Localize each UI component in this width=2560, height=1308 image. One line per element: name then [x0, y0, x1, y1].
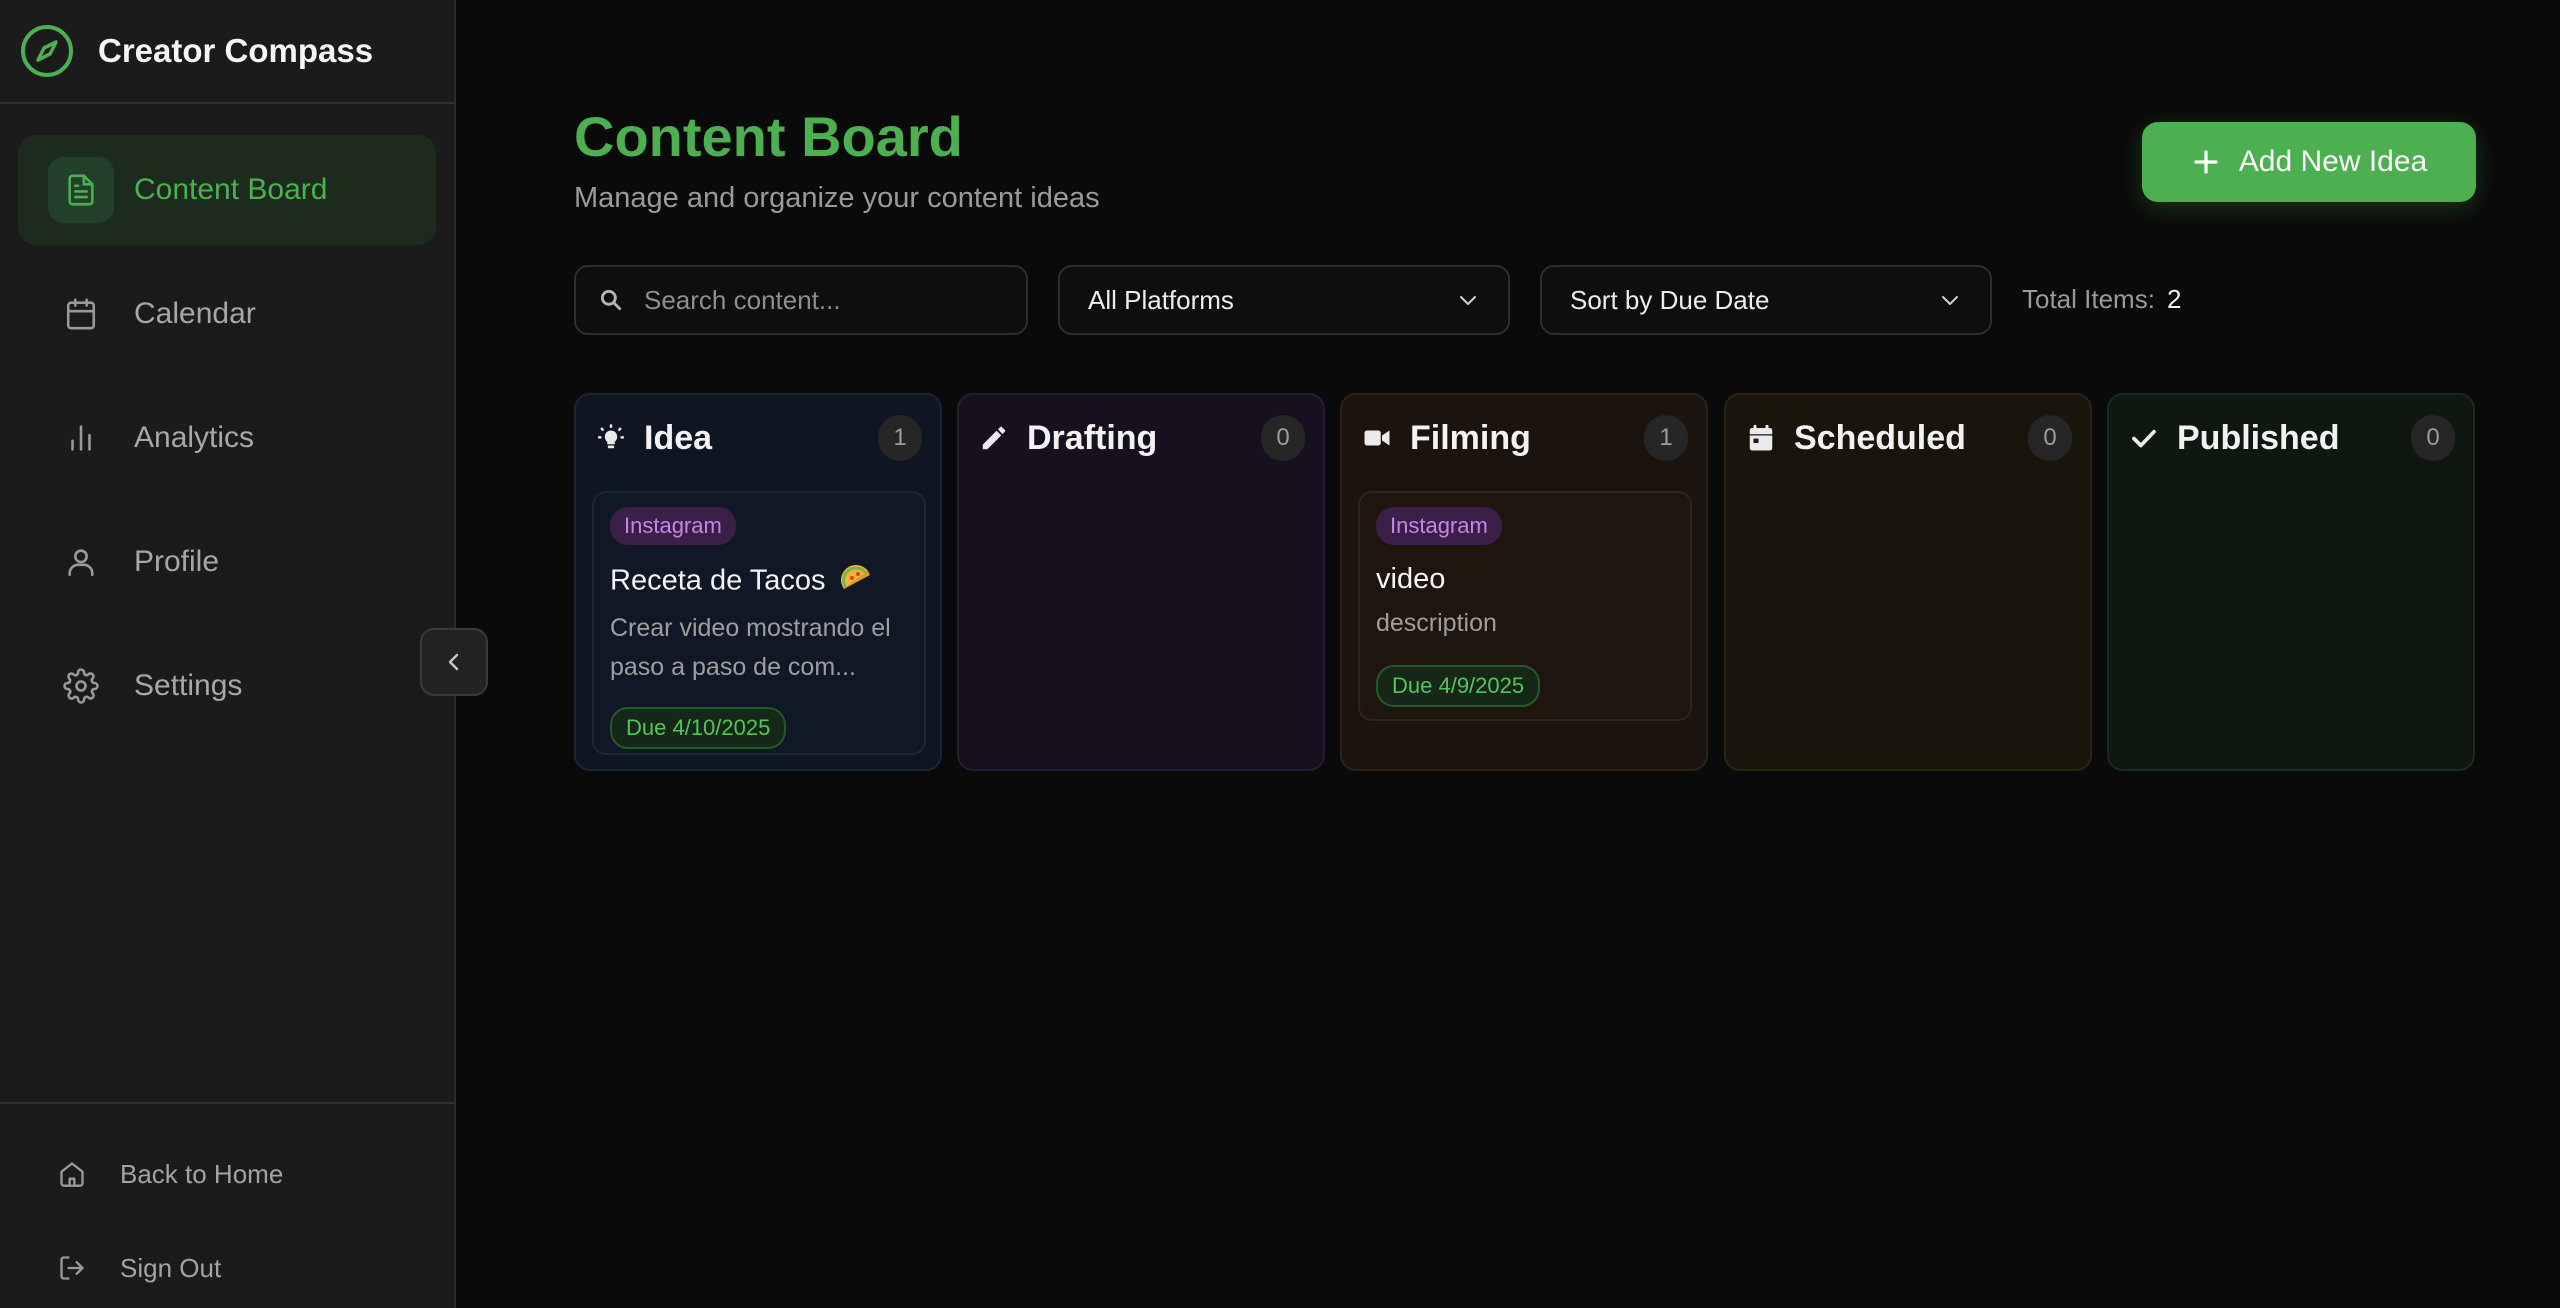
- video-camera-icon: [1360, 421, 1394, 455]
- due-date-tag: Due 4/9/2025: [1376, 665, 1541, 707]
- card-title-row: Receta de Tacos: [610, 563, 908, 601]
- taco-icon: [840, 563, 872, 601]
- chevron-left-icon: [442, 650, 466, 674]
- chevron-down-icon: [1938, 288, 1962, 312]
- sidebar-item-label: Analytics: [134, 421, 255, 454]
- column-header: Scheduled 0: [1744, 413, 2072, 463]
- sidebar-item-label: Calendar: [134, 297, 256, 330]
- column-count-badge: 1: [878, 415, 922, 461]
- column-title: Scheduled: [1794, 418, 1966, 457]
- column-title: Filming: [1410, 418, 1531, 457]
- column-header: Filming 1: [1360, 413, 1688, 463]
- card-description: description: [1376, 609, 1497, 637]
- column-header: Published 0: [2127, 413, 2455, 463]
- search-box: [574, 265, 1028, 335]
- board-column-idea: Idea 1 Instagram Receta de Tacos Crear v…: [574, 393, 942, 771]
- column-header: Idea 1: [594, 413, 922, 463]
- main-content: Content Board Manage and organize your c…: [458, 0, 2560, 1308]
- column-header: Drafting 0: [977, 413, 1305, 463]
- platform-tag: Instagram: [1376, 507, 1502, 545]
- column-title: Published: [2177, 418, 2340, 457]
- chevron-down-icon: [1456, 288, 1480, 312]
- board-column-drafting: Drafting 0: [957, 393, 1325, 771]
- sidebar-item-analytics[interactable]: Analytics: [18, 383, 436, 493]
- search-input[interactable]: [644, 284, 984, 316]
- footer-item-label: Back to Home: [120, 1158, 284, 1189]
- sidebar-item-label: Settings: [134, 669, 243, 702]
- check-icon: [2127, 421, 2161, 455]
- sort-select[interactable]: Sort by Due Date: [1540, 265, 1992, 335]
- sidebar-item-calendar[interactable]: Calendar: [18, 259, 436, 369]
- sidebar-item-profile[interactable]: Profile: [18, 507, 436, 617]
- sidebar-nav: Content Board Calendar Analytics Profile…: [0, 104, 454, 741]
- total-items-label: Total Items:: [2022, 284, 2155, 314]
- sort-value: Sort by Due Date: [1570, 284, 1770, 315]
- footer-item-label: Sign Out: [120, 1252, 222, 1283]
- content-card[interactable]: Instagram video description Due 4/9/2025: [1358, 491, 1692, 721]
- calendar-icon: [48, 281, 114, 347]
- column-count-badge: 0: [2028, 415, 2072, 461]
- board-column-scheduled: Scheduled 0: [1724, 393, 2092, 771]
- sidebar-item-content-board[interactable]: Content Board: [18, 135, 436, 245]
- calendar-icon: [1744, 421, 1778, 455]
- card-title: Receta de Tacos: [610, 564, 826, 597]
- sidebar-item-label: Content Board: [134, 173, 328, 206]
- lightbulb-icon: [594, 421, 628, 455]
- sidebar-footer: Back to Home Sign Out: [0, 1102, 454, 1308]
- total-items-count: 2: [2166, 284, 2182, 314]
- column-count-badge: 0: [2411, 415, 2455, 461]
- page-subtitle: Manage and organize your content ideas: [574, 182, 1100, 214]
- document-icon: [48, 157, 114, 223]
- app-title: Creator Compass: [98, 32, 374, 69]
- add-new-idea-label: Add New Idea: [2238, 145, 2428, 178]
- board-column-filming: Filming 1 Instagram video description Du…: [1340, 393, 1708, 771]
- column-count-badge: 1: [1644, 415, 1688, 461]
- sidebar-item-label: Profile: [134, 545, 220, 578]
- card-description: Crear video mostrando el paso a paso de …: [610, 614, 891, 681]
- sidebar: Creator Compass Content Board Calendar A…: [0, 0, 456, 1308]
- total-items: Total Items: 2: [2022, 284, 2181, 315]
- content-card[interactable]: Instagram Receta de Tacos Crear video mo…: [592, 491, 926, 755]
- collapse-sidebar-button[interactable]: [420, 628, 488, 696]
- search-icon: [598, 287, 624, 313]
- page-title: Content Board: [574, 105, 963, 168]
- home-icon: [56, 1158, 88, 1190]
- plus-icon: [2191, 147, 2221, 177]
- user-icon: [48, 529, 114, 595]
- sign-out-icon: [56, 1252, 88, 1284]
- sign-out-link[interactable]: Sign Out: [56, 1252, 221, 1284]
- pencil-icon: [977, 421, 1011, 455]
- gear-icon: [48, 653, 114, 719]
- back-to-home-link[interactable]: Back to Home: [56, 1158, 283, 1190]
- brand: Creator Compass: [0, 0, 454, 104]
- platform-tag: Instagram: [610, 507, 736, 545]
- add-new-idea-button[interactable]: Add New Idea: [2142, 122, 2476, 202]
- platform-filter-value: All Platforms: [1088, 284, 1234, 315]
- bar-chart-icon: [48, 405, 114, 471]
- due-date-tag: Due 4/10/2025: [610, 707, 787, 749]
- sidebar-item-settings[interactable]: Settings: [18, 631, 436, 741]
- column-title: Idea: [644, 418, 713, 457]
- compass-logo-icon: [20, 24, 74, 78]
- column-count-badge: 0: [1261, 415, 1305, 461]
- board-column-published: Published 0: [2107, 393, 2475, 771]
- column-title: Drafting: [1027, 418, 1158, 457]
- card-title: video: [1376, 563, 1446, 595]
- platform-filter-select[interactable]: All Platforms: [1058, 265, 1510, 335]
